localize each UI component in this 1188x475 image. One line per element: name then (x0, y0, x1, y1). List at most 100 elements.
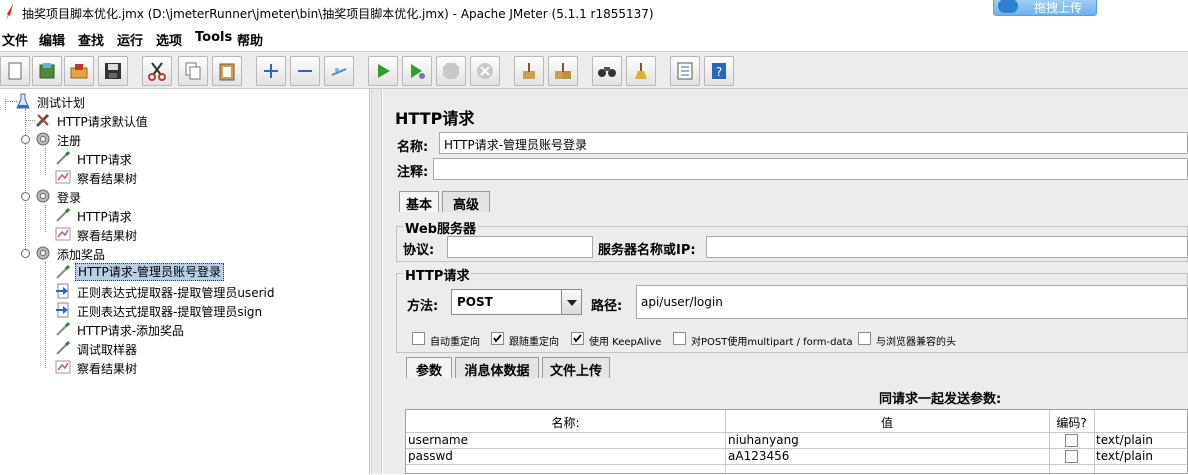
param-name-cell[interactable]: username (408, 433, 468, 447)
chart-icon (55, 360, 71, 374)
toggle-button[interactable] (324, 56, 354, 86)
wrench-icon (35, 113, 50, 128)
tree-node-label: HTTP请求-添加奖品 (77, 324, 185, 338)
web-server-group-title: Web服务器 (403, 218, 478, 237)
clear-all-button[interactable] (548, 56, 578, 86)
tree-node-label: 察看结果树 (77, 229, 138, 243)
shutdown-button[interactable] (470, 56, 500, 86)
column-header-value[interactable]: 值 (725, 414, 1049, 431)
menu-tools[interactable]: Tools (195, 30, 232, 45)
parameters-table: 名称: 值 编码? username niuhanyang text/plain… (405, 409, 1188, 475)
stop-button[interactable] (436, 56, 466, 86)
expand-button[interactable] (256, 56, 286, 86)
help-button[interactable]: ? (704, 56, 734, 86)
tree-toggle[interactable] (21, 135, 30, 144)
keepalive-checkbox[interactable] (571, 332, 584, 345)
save-button[interactable] (98, 56, 128, 86)
tab-file-upload[interactable]: 文件上传 (542, 357, 610, 379)
svg-text:?: ? (716, 65, 722, 79)
protocol-label: 协议: (403, 243, 435, 258)
tree-line (45, 148, 46, 175)
auto-redirect-checkbox[interactable] (412, 332, 425, 345)
name-input[interactable]: HTTP请求-管理员账号登录 (439, 132, 1188, 154)
server-input[interactable] (706, 236, 1188, 258)
path-input[interactable]: api/user/login (636, 285, 1188, 319)
plus-icon (264, 64, 278, 78)
minus-icon (298, 70, 312, 72)
split-pane-divider[interactable] (371, 89, 382, 474)
params-title: 同请求一起发送参数: (879, 392, 1002, 407)
paste-icon (219, 63, 235, 81)
method-select[interactable]: POST (451, 289, 582, 315)
auto-redirect-label: 自动重定向 (430, 337, 480, 348)
tab-body-data[interactable]: 消息体数据 (455, 357, 539, 379)
menu-edit[interactable]: 编辑 (39, 30, 65, 49)
collapse-button[interactable] (290, 56, 320, 86)
copy-button[interactable] (178, 56, 208, 86)
binoculars-icon (598, 67, 616, 77)
play-no-pause-icon (411, 64, 425, 79)
toggle-wand-icon (331, 68, 347, 76)
browser-headers-label: 与浏览器兼容的头 (876, 337, 956, 348)
multipart-label: 对POST使用multipart / form-data (691, 337, 853, 348)
checkmark-icon (493, 334, 502, 343)
param-name-cell[interactable]: passwd (408, 449, 453, 463)
method-dropdown-button[interactable] (561, 290, 581, 314)
encode-checkbox[interactable] (1065, 450, 1078, 463)
tab-parameters[interactable]: 参数 (406, 357, 452, 379)
function-helper-button[interactable] (670, 56, 700, 86)
gear-icon (36, 189, 50, 203)
start-no-pause-button[interactable] (402, 56, 432, 86)
pipette-icon (56, 264, 71, 279)
comment-input[interactable] (433, 158, 1188, 180)
row-divider (406, 464, 1188, 465)
server-label: 服务器名称或IP: (598, 243, 696, 258)
drag-upload-button[interactable]: 拖拽上传 (993, 0, 1097, 16)
jmeter-feather-icon (6, 4, 13, 20)
tree-line (25, 120, 35, 121)
param-value-cell[interactable]: niuhanyang (728, 433, 799, 447)
column-header-encode[interactable]: 编码? (1049, 414, 1094, 431)
menu-options[interactable]: 选项 (156, 30, 182, 49)
path-label: 路径: (591, 299, 623, 314)
encode-checkbox[interactable] (1065, 434, 1078, 447)
cut-button[interactable] (142, 56, 172, 86)
tree-node-label: HTTP请求-管理员账号登录 (75, 263, 225, 281)
column-header-name[interactable]: 名称: (406, 414, 725, 431)
multipart-checkbox[interactable] (673, 332, 686, 345)
tree-node-label: 调试取样器 (77, 343, 138, 357)
browser-headers-checkbox[interactable] (858, 332, 871, 345)
menu-file[interactable]: 文件 (2, 30, 28, 49)
tree-toggle[interactable] (21, 192, 30, 201)
menu-help[interactable]: 帮助 (237, 30, 263, 49)
http-request-panel: HTTP请求 名称: HTTP请求-管理员账号登录 注释: 基本 高级 Web服… (383, 89, 1188, 475)
protocol-input[interactable] (447, 236, 593, 258)
stop-icon (443, 63, 459, 79)
reset-broom-icon (635, 63, 647, 79)
shutdown-icon (477, 63, 493, 79)
templates-button[interactable] (32, 56, 62, 86)
start-button[interactable] (368, 56, 398, 86)
reset-search-button[interactable] (626, 56, 656, 86)
tree-node-label: HTTP请求默认值 (57, 115, 148, 129)
pipette-icon (56, 150, 71, 165)
content-type-cell[interactable]: text/plain (1096, 449, 1153, 463)
tree-node-label: 注册 (57, 134, 82, 148)
param-value-cell[interactable]: aA123456 (728, 449, 789, 463)
method-value: POST (457, 295, 493, 309)
search-button[interactable] (592, 56, 622, 86)
clear-button[interactable] (514, 56, 544, 86)
tree-toggle[interactable] (21, 249, 30, 258)
new-button[interactable] (0, 56, 30, 86)
tree-node-label: HTTP请求 (77, 153, 132, 167)
paste-button[interactable] (212, 56, 242, 86)
tab-advanced[interactable]: 高级 (442, 191, 490, 213)
follow-redirect-checkbox[interactable] (491, 332, 504, 345)
menu-search[interactable]: 查找 (78, 30, 104, 49)
content-type-cell[interactable]: text/plain (1096, 433, 1153, 447)
menu-run[interactable]: 运行 (117, 30, 143, 49)
open-button[interactable] (64, 56, 94, 86)
toolbar: ? (0, 51, 1188, 89)
open-folder-icon (70, 64, 88, 79)
tab-basic[interactable]: 基本 (399, 191, 439, 213)
